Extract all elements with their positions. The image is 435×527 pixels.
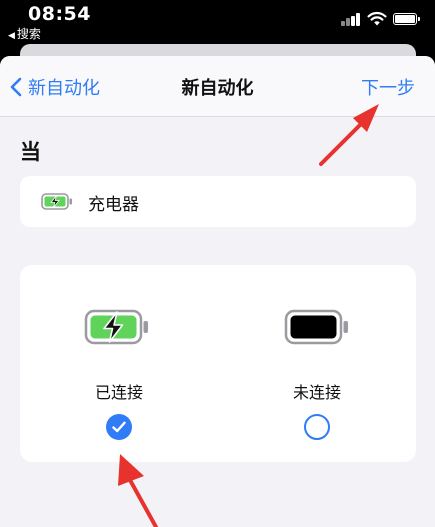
connection-options-card: 已连接 未连接 [20, 265, 416, 462]
trigger-card[interactable]: 充电器 [20, 176, 416, 227]
navigation-bar: 新自动化 新自动化 下一步 [0, 56, 435, 117]
back-to-app-link[interactable]: ◀ 搜索 [8, 25, 41, 42]
back-app-label: 搜索 [16, 27, 41, 41]
charging-battery-icon [84, 309, 148, 345]
option-disconnected[interactable]: 未连接 [218, 265, 416, 462]
radio-selected[interactable] [106, 414, 132, 440]
status-icons [341, 11, 421, 29]
radio-unselected[interactable] [304, 414, 330, 440]
trigger-label: 充电器 [88, 195, 139, 215]
status-battery-icon [393, 13, 420, 25]
option-connected[interactable]: 已连接 [20, 265, 218, 462]
back-triangle-icon: ◀ [8, 31, 15, 41]
wifi-icon [367, 11, 387, 26]
automation-sheet: 新自动化 新自动化 下一步 当 充电器 已连接 未连接 [0, 56, 435, 527]
status-time: 08:54 [28, 3, 91, 25]
option-label-disconnected: 未连接 [292, 383, 341, 402]
status-bar: 08:54 ◀ 搜索 [0, 0, 435, 42]
option-label-connected: 已连接 [94, 383, 143, 402]
checkmark-icon [112, 421, 126, 433]
cellular-signal-icon [341, 13, 361, 26]
full-battery-icon [284, 309, 348, 345]
section-title: 当 [20, 140, 41, 164]
next-button[interactable]: 下一步 [361, 74, 415, 100]
charging-battery-icon [41, 193, 72, 210]
